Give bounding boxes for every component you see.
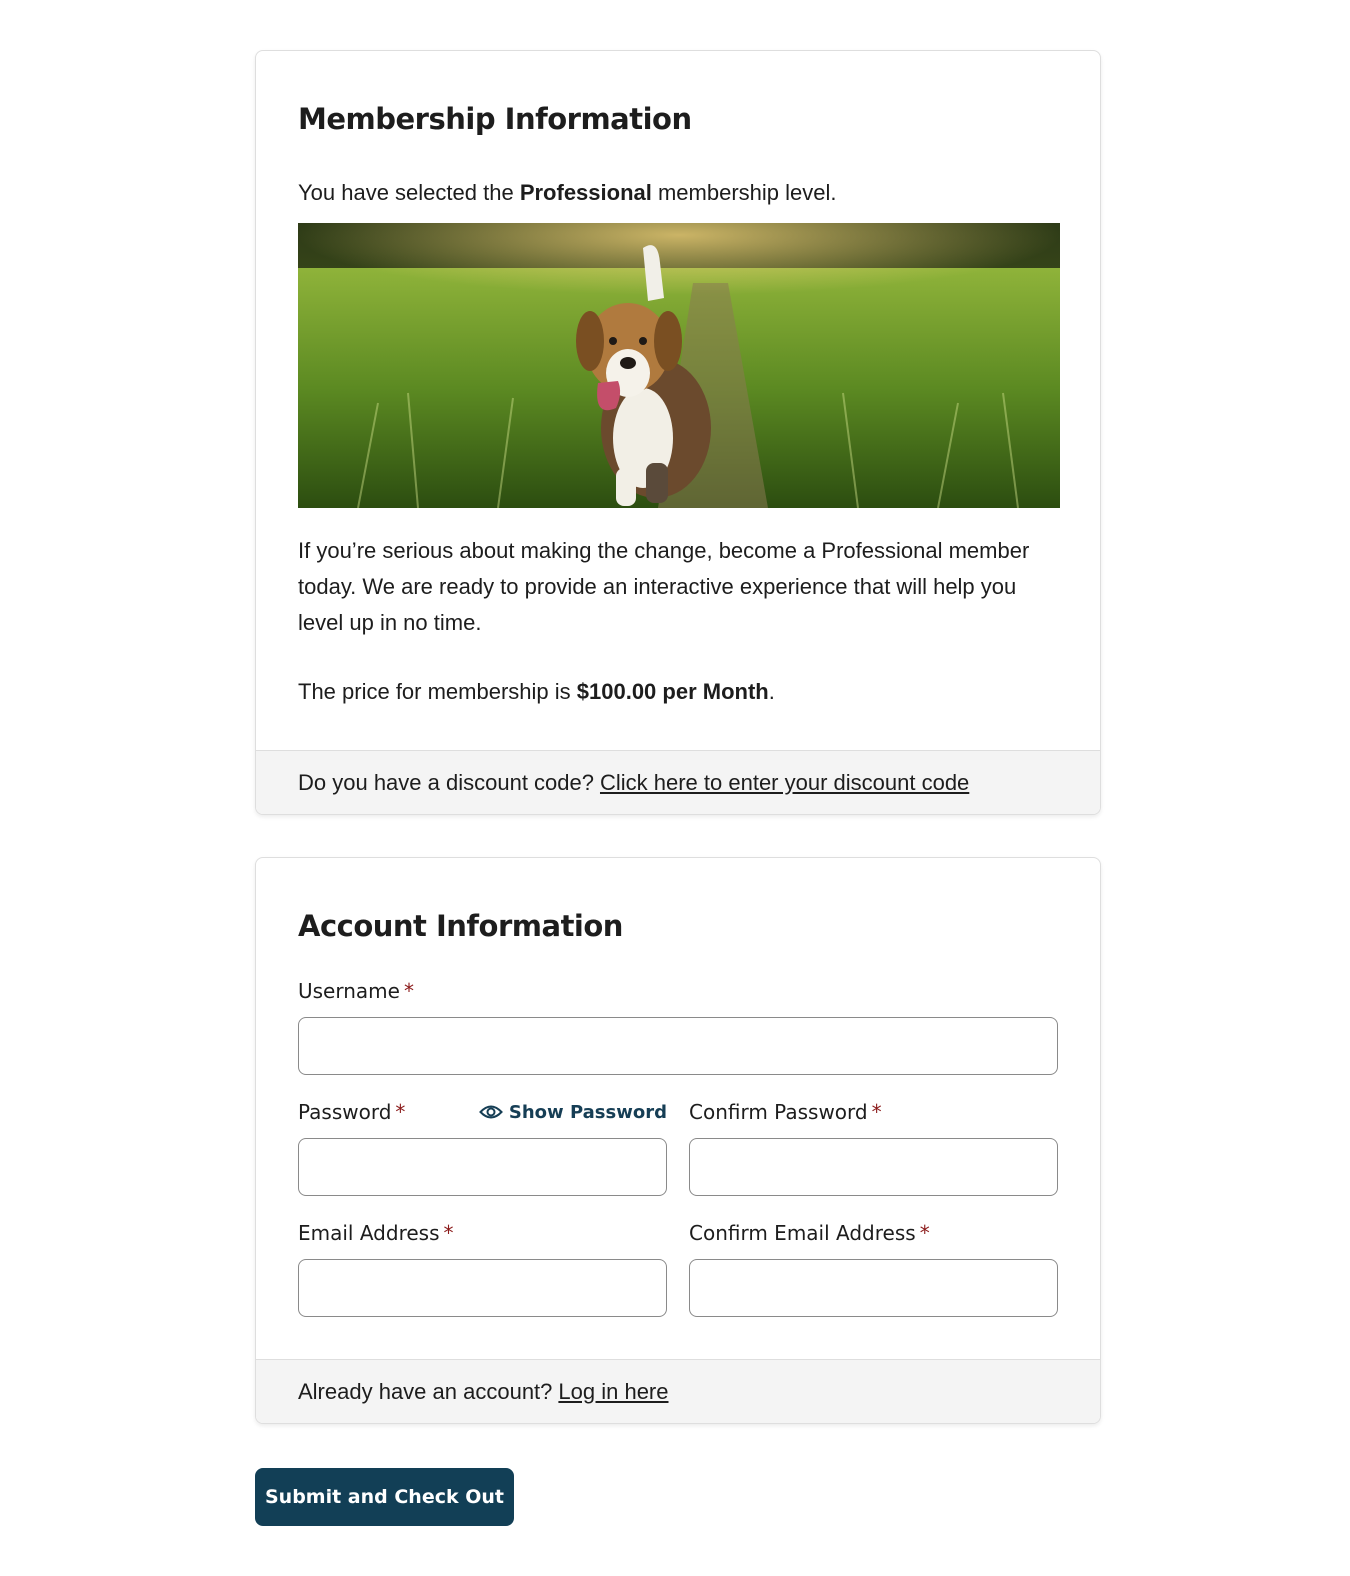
membership-level-text: You have selected the Professional membe… bbox=[298, 175, 1058, 211]
membership-price: $100.00 per Month bbox=[576, 679, 769, 704]
dog-hero-image bbox=[298, 223, 1060, 508]
username-label: Username * bbox=[298, 976, 1058, 1006]
show-password-label: Show Password bbox=[508, 1101, 667, 1123]
confirm-email-label: Confirm Email Address * bbox=[689, 1218, 1058, 1248]
account-title: Account Information bbox=[298, 909, 623, 943]
confirm-password-field: Confirm Password * bbox=[689, 1097, 1058, 1196]
password-label-row: Password * Show Password bbox=[298, 1097, 667, 1127]
membership-title: Membership Information bbox=[298, 102, 692, 136]
password-field: Password * Show Password bbox=[298, 1097, 667, 1196]
username-label-text: Username bbox=[298, 979, 400, 1003]
confirm-password-label-text: Confirm Password bbox=[689, 1100, 868, 1124]
password-row: Password * Show Password Confirm Password… bbox=[298, 1097, 1058, 1196]
membership-card: Membership Information You have selected… bbox=[255, 50, 1101, 815]
password-label-text: Password bbox=[298, 1100, 392, 1124]
membership-level: Professional bbox=[519, 180, 652, 205]
membership-card-body: Membership Information You have selected… bbox=[256, 51, 1100, 750]
membership-price-text: The price for membership is $100.00 per … bbox=[298, 674, 1058, 710]
login-footer: Already have an account? Log in here bbox=[256, 1359, 1100, 1423]
email-label: Email Address * bbox=[298, 1218, 667, 1248]
checkout-form: Membership Information You have selected… bbox=[255, 50, 1101, 1526]
discount-question: Do you have a discount code? bbox=[298, 769, 594, 795]
required-mark: * bbox=[395, 1100, 406, 1124]
eye-icon bbox=[479, 1105, 503, 1119]
email-row: Email Address * Confirm Email Address * bbox=[298, 1218, 1058, 1317]
discount-footer: Do you have a discount code? Click here … bbox=[256, 750, 1100, 814]
dog-photo-illustration bbox=[298, 223, 1060, 508]
account-card-body: Account Information Username * Password * bbox=[256, 858, 1100, 1359]
password-input[interactable] bbox=[298, 1138, 667, 1196]
email-input[interactable] bbox=[298, 1259, 667, 1317]
required-mark: * bbox=[919, 1221, 930, 1245]
price-prefix: The price for membership is bbox=[298, 679, 577, 704]
email-field: Email Address * bbox=[298, 1218, 667, 1317]
required-mark: * bbox=[871, 1100, 882, 1124]
username-field: Username * bbox=[298, 976, 1058, 1075]
membership-description: If you’re serious about making the chang… bbox=[298, 538, 1030, 635]
confirm-password-label: Confirm Password * bbox=[689, 1097, 1058, 1127]
required-mark: * bbox=[403, 979, 414, 1003]
required-mark: * bbox=[443, 1221, 454, 1245]
price-suffix: . bbox=[768, 679, 775, 704]
email-label-text: Email Address bbox=[298, 1221, 440, 1245]
discount-code-link[interactable]: Click here to enter your discount code bbox=[600, 770, 969, 796]
submit-checkout-button[interactable]: Submit and Check Out bbox=[255, 1468, 514, 1526]
confirm-password-input[interactable] bbox=[689, 1138, 1058, 1196]
level-prefix: You have selected the bbox=[298, 180, 520, 205]
username-input[interactable] bbox=[298, 1017, 1058, 1075]
level-suffix: membership level. bbox=[651, 180, 837, 205]
login-question: Already have an account? bbox=[298, 1378, 553, 1404]
login-link[interactable]: Log in here bbox=[558, 1379, 668, 1405]
confirm-email-label-text: Confirm Email Address bbox=[689, 1221, 916, 1245]
account-card: Account Information Username * Password * bbox=[255, 857, 1101, 1424]
confirm-email-field: Confirm Email Address * bbox=[689, 1218, 1058, 1317]
show-password-toggle[interactable]: Show Password bbox=[479, 1102, 667, 1123]
confirm-email-input[interactable] bbox=[689, 1259, 1058, 1317]
password-label: Password * bbox=[298, 1097, 405, 1127]
